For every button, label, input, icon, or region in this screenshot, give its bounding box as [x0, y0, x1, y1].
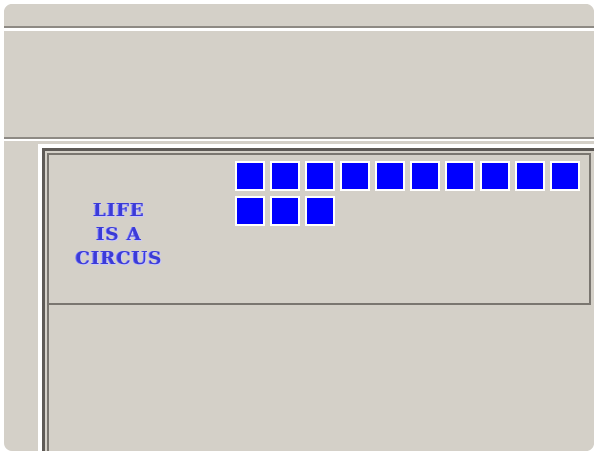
toolbar-area	[4, 31, 594, 139]
blue-tile	[305, 161, 335, 191]
blue-tile	[270, 161, 300, 191]
blue-tile	[480, 161, 510, 191]
game-header-panel: LIFE IS A CIRCUS	[47, 153, 591, 305]
logo-line-3: CIRCUS	[75, 248, 163, 269]
title-strip	[4, 4, 594, 28]
life-is-a-circus-logo: LIFE IS A CIRCUS	[59, 195, 179, 275]
blue-tile	[410, 161, 440, 191]
logo-line-2: IS A	[96, 224, 142, 245]
blue-tile	[270, 196, 300, 226]
blue-tile	[235, 161, 265, 191]
blue-tile	[550, 161, 580, 191]
blue-tile	[445, 161, 475, 191]
blue-tile	[340, 161, 370, 191]
content-frame: LIFE IS A CIRCUS	[38, 144, 594, 451]
blue-tile	[305, 196, 335, 226]
logo-line-1: LIFE	[93, 200, 145, 221]
toolbar-area-highlight	[4, 139, 594, 141]
blue-tile	[235, 196, 265, 226]
lower-left-border	[47, 305, 49, 451]
blue-tiles-grid	[235, 161, 594, 241]
blue-tile	[375, 161, 405, 191]
lower-content-area	[47, 305, 591, 451]
app-window: LIFE IS A CIRCUS	[4, 4, 594, 451]
blue-tile	[515, 161, 545, 191]
